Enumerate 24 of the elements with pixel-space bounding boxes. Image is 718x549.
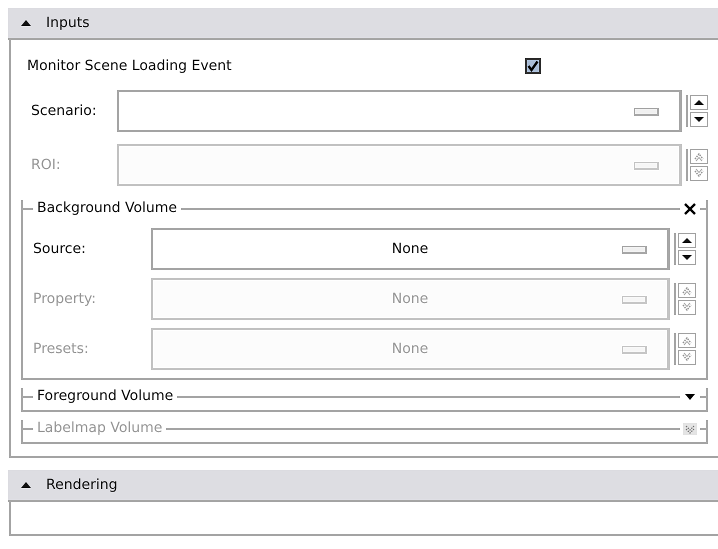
- checkbox-label: Monitor Scene Loading Event: [27, 58, 233, 74]
- checkbox[interactable]: [525, 58, 541, 74]
- spin-up-icon[interactable]: [678, 233, 696, 248]
- handle-icon: [622, 246, 647, 254]
- handle-icon: [622, 346, 647, 354]
- handle-icon: [622, 296, 647, 304]
- section-header[interactable]: Inputs: [8, 8, 718, 40]
- triangle-icon: [20, 481, 32, 489]
- section-header[interactable]: Rendering: [8, 470, 718, 502]
- group-title[interactable]: Foreground Volume: [33, 387, 178, 405]
- spin-down-icon[interactable]: [690, 112, 708, 127]
- spin-down-icon[interactable]: [678, 250, 696, 265]
- group-title[interactable]: Background Volume: [33, 199, 182, 217]
- field-label: Scenario:: [30, 103, 98, 119]
- field-label: Source:: [32, 241, 87, 257]
- handle-icon: [634, 162, 659, 170]
- spin-up-icon[interactable]: [690, 95, 708, 110]
- handle-icon: [634, 108, 659, 116]
- field-label: Presets:: [32, 341, 90, 357]
- combo-field[interactable]: None: [151, 228, 670, 270]
- combo-field[interactable]: [117, 90, 682, 132]
- field-label: Property:: [32, 291, 97, 307]
- triangle-icon: [20, 19, 32, 27]
- field-label: ROI:: [30, 157, 62, 173]
